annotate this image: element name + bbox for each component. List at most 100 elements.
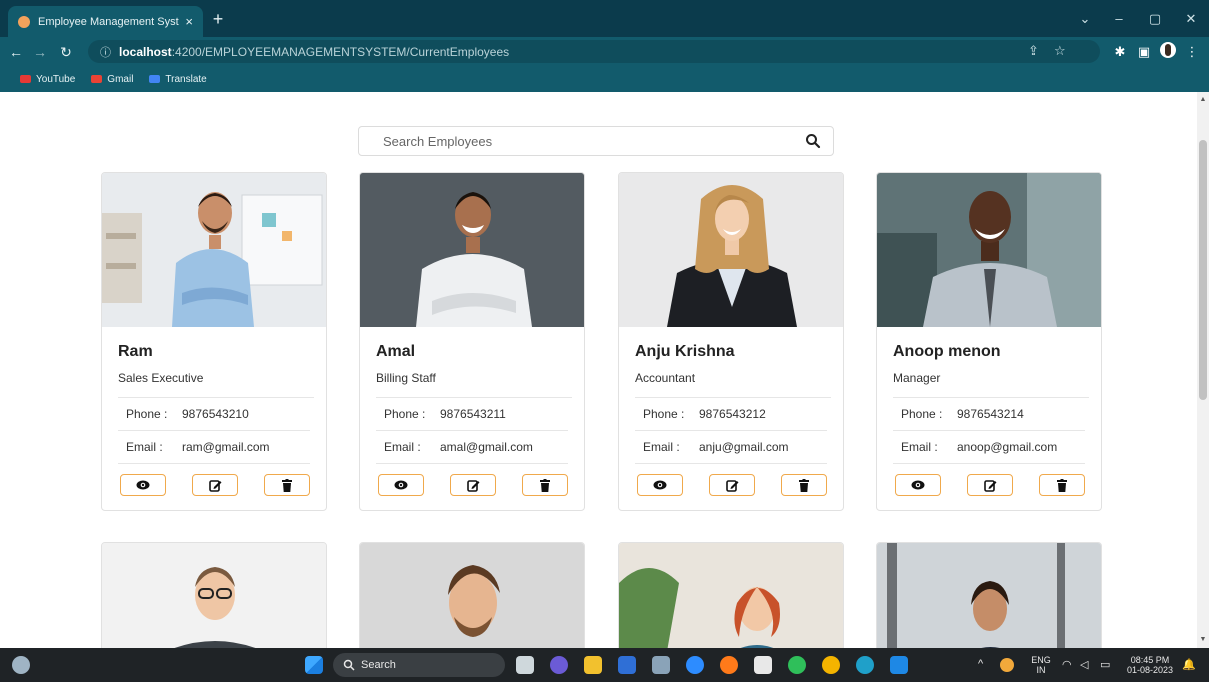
employee-photo bbox=[877, 173, 1101, 327]
view-button[interactable] bbox=[637, 474, 683, 496]
extensions-icon[interactable]: ✱ bbox=[1110, 42, 1130, 62]
edit-icon bbox=[208, 479, 221, 492]
restore-icon[interactable]: ▢ bbox=[1142, 8, 1168, 30]
email-value: anoop@gmail.com bbox=[957, 440, 1058, 454]
search-input[interactable] bbox=[383, 133, 783, 149]
bookmark-star-icon[interactable]: ☆ bbox=[1054, 43, 1066, 59]
edit-button[interactable] bbox=[967, 474, 1013, 496]
employee-name: Anju Krishna bbox=[635, 343, 735, 360]
firefox-icon[interactable] bbox=[720, 656, 738, 674]
phone-value: 9876543210 bbox=[182, 407, 249, 421]
browser-menu-icon[interactable]: ⋮ bbox=[1182, 42, 1202, 62]
translate-icon bbox=[149, 75, 161, 83]
scroll-up-icon[interactable]: ▲ bbox=[1197, 94, 1209, 106]
reload-icon[interactable]: ↻ bbox=[56, 42, 76, 62]
scroll-down-icon[interactable]: ▼ bbox=[1197, 634, 1209, 646]
delete-button[interactable] bbox=[522, 474, 568, 496]
wifi-icon[interactable]: ◠ bbox=[1062, 658, 1072, 671]
tab-employee-management[interactable]: Employee Management System × bbox=[8, 6, 203, 37]
email-label: Email : bbox=[901, 440, 938, 454]
clock[interactable]: 08:45 PM 01-08-2023 bbox=[1124, 655, 1176, 675]
scrollbar-thumb[interactable] bbox=[1199, 140, 1207, 400]
view-button[interactable] bbox=[378, 474, 424, 496]
store-icon[interactable] bbox=[754, 656, 772, 674]
new-tab-button[interactable]: + bbox=[208, 9, 228, 29]
employee-photo bbox=[619, 173, 843, 327]
notification-icon[interactable]: 🔔 bbox=[1182, 658, 1196, 671]
taskbar-search-label: Search bbox=[361, 659, 396, 671]
chrome-icon[interactable] bbox=[822, 656, 840, 674]
view-button[interactable] bbox=[120, 474, 166, 496]
bookmark-gmail[interactable]: Gmail bbox=[91, 74, 133, 85]
trash-icon bbox=[799, 478, 809, 492]
email-row: Email : anju@gmail.com bbox=[635, 431, 827, 464]
email-row: Email : amal@gmail.com bbox=[376, 431, 568, 464]
employee-role: Accountant bbox=[635, 371, 831, 398]
employee-card bbox=[876, 542, 1102, 648]
edit-icon bbox=[466, 479, 479, 492]
site-info-icon[interactable]: ⓘ bbox=[100, 44, 111, 60]
email-label: Email : bbox=[643, 440, 680, 454]
camera-icon[interactable] bbox=[652, 656, 670, 674]
tab-close-icon[interactable]: × bbox=[185, 14, 193, 29]
profile-avatar-icon[interactable] bbox=[1158, 42, 1178, 62]
employee-name: Ram bbox=[118, 343, 153, 360]
language-indicator[interactable]: ENG IN bbox=[1030, 655, 1052, 675]
battery-icon[interactable]: ▭ bbox=[1100, 658, 1110, 671]
edit-button[interactable] bbox=[450, 474, 496, 496]
volume-icon[interactable]: ◁ bbox=[1080, 658, 1088, 671]
start-icon[interactable] bbox=[305, 656, 323, 674]
phone-row: Phone : 9876543210 bbox=[118, 398, 310, 431]
view-button[interactable] bbox=[895, 474, 941, 496]
vscode-icon[interactable] bbox=[890, 656, 908, 674]
app-icon[interactable] bbox=[618, 656, 636, 674]
chat-icon[interactable] bbox=[550, 656, 568, 674]
email-row: Email : ram@gmail.com bbox=[118, 431, 310, 464]
tray-chevron-icon[interactable]: ^ bbox=[978, 658, 983, 670]
email-label: Email : bbox=[126, 440, 163, 454]
browser-tab-strip: Employee Management System × + ⌄ – ▢ ✕ bbox=[0, 0, 1209, 37]
page-scrollbar[interactable]: ▲ ▼ bbox=[1197, 92, 1209, 648]
employee-role: Manager bbox=[893, 371, 1089, 398]
bookmark-translate[interactable]: Translate bbox=[149, 74, 207, 85]
whatsapp-icon[interactable] bbox=[788, 656, 806, 674]
edit-icon bbox=[983, 479, 996, 492]
phone-row: Phone : 9876543214 bbox=[893, 398, 1085, 431]
delete-button[interactable] bbox=[781, 474, 827, 496]
employee-photo bbox=[360, 543, 584, 648]
weather-widget-icon[interactable] bbox=[12, 656, 30, 674]
windows-taskbar: Search ^ ENG IN ◠ ◁ ▭ 08:45 PM 01-08-202… bbox=[0, 648, 1209, 682]
taskbar-search[interactable]: Search bbox=[333, 653, 505, 677]
employee-photo bbox=[102, 173, 326, 327]
bookmark-youtube[interactable]: YouTube bbox=[20, 74, 75, 85]
trash-icon bbox=[282, 478, 292, 492]
phone-value: 9876543214 bbox=[957, 407, 1024, 421]
share-icon[interactable]: ⇪ bbox=[1028, 43, 1039, 59]
search-icon[interactable] bbox=[805, 133, 821, 149]
delete-button[interactable] bbox=[1039, 474, 1085, 496]
phone-value: 9876543212 bbox=[699, 407, 766, 421]
close-window-icon[interactable]: ✕ bbox=[1178, 8, 1204, 30]
eye-icon bbox=[136, 480, 150, 490]
edit-button[interactable] bbox=[709, 474, 755, 496]
zoom-icon[interactable] bbox=[686, 656, 704, 674]
url-host: localhost bbox=[119, 44, 172, 59]
edit-button[interactable] bbox=[192, 474, 238, 496]
minimize-icon[interactable]: – bbox=[1106, 8, 1132, 30]
edge-icon[interactable] bbox=[856, 656, 874, 674]
gmail-icon bbox=[91, 75, 103, 83]
task-view-icon[interactable] bbox=[516, 656, 534, 674]
side-panel-icon[interactable]: ▣ bbox=[1134, 42, 1154, 62]
delete-button[interactable] bbox=[264, 474, 310, 496]
eye-icon bbox=[394, 480, 408, 490]
eye-icon bbox=[653, 480, 667, 490]
bookmarks-bar: YouTube Gmail Translate bbox=[0, 66, 1209, 92]
file-explorer-icon[interactable] bbox=[584, 656, 602, 674]
favicon-icon bbox=[18, 15, 30, 28]
back-arrow-icon[interactable]: ← bbox=[6, 42, 26, 62]
address-bar[interactable]: ⓘ localhost :4200/EMPLOYEEMANAGEMENTSYST… bbox=[88, 40, 1100, 63]
employee-photo bbox=[102, 543, 326, 648]
tray-app-icon[interactable] bbox=[1000, 658, 1014, 672]
forward-arrow-icon[interactable]: → bbox=[30, 42, 50, 62]
tab-search-icon[interactable]: ⌄ bbox=[1072, 8, 1098, 30]
